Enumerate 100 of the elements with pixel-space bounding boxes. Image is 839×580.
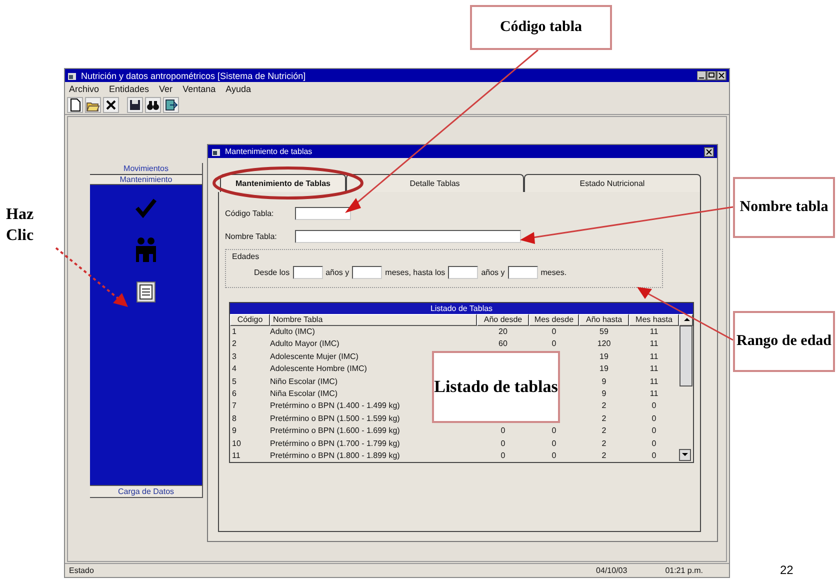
table-cell-text: 2 [600,425,608,438]
status-date: 04/10/03 [596,566,628,575]
column-header[interactable]: Mes hasta [629,314,679,326]
field-label: Nombre Tabla: [225,232,278,241]
table-cell-text: Pretérmino o BPN (1.600 - 1.699 kg) [270,425,400,438]
table-cell-text: 9 [231,425,238,438]
table-cell-text: Adolescente Mujer (IMC) [270,350,358,363]
menu-item[interactable]: Entidades [109,84,150,94]
table-cell-text: 6 [231,388,238,400]
table-cell-text: 19 [598,363,610,376]
close-icon[interactable] [704,146,714,156]
table-cell-text: 59 [598,326,610,338]
status-time: 01:21 p.m. [665,566,703,575]
sidebar-section[interactable]: Mantenimiento [90,175,202,185]
table-cell-text: 11 [648,350,660,363]
table-cell-text: 11 [648,338,660,350]
column-header[interactable]: Año desde [477,314,529,326]
checkmark-icon[interactable] [135,197,157,219]
age-label: años y [481,268,505,277]
table-cell-text: 11 [648,326,660,338]
callout-box: Nombre tabla [733,177,835,238]
table-cell-text: 20 [498,326,508,338]
table-cell-text: Adolescente Hombre (IMC) [270,363,367,376]
table-cell-text: Adulto Mayor (IMC) [270,338,340,350]
table-cell-text: 0 [550,326,558,338]
table-cell-text: 0 [550,438,558,450]
table-cell-text: 0 [550,338,558,350]
table-cell-text: 1 [231,326,238,338]
input-field[interactable] [295,207,351,220]
table-cell-text: 2 [600,400,608,412]
column-header[interactable]: Nombre Tabla [270,314,477,326]
column-header[interactable]: Año hasta [579,314,629,326]
input-field[interactable] [292,266,323,279]
table-cell-text: 0 [650,425,658,438]
menu-item[interactable]: Ver [159,84,173,94]
dialog-title: Mantenimiento de tablas [225,147,314,156]
age-label: meses, hasta los [385,268,446,277]
table-title: Listado de Tablas [230,303,693,314]
scrollbar-thumb[interactable] [679,326,693,387]
field-label: Código Tabla: [225,209,275,218]
table-cell-text: 11 [648,388,660,400]
table-cell-text: 7 [231,400,238,412]
table-cell-text: 60 [498,338,508,350]
table-cell-text: 0 [500,438,506,450]
table-cell-text: 11 [648,363,660,376]
table-cell-text: 9 [600,376,608,388]
callout-box: Listado de tablas [432,351,560,423]
new-document-icon[interactable] [67,97,83,113]
table-cell-text: 5 [231,376,238,388]
column-header[interactable]: Mes desde [529,314,579,326]
table-cell-text: Pretérmino o BPN (1.500 - 1.599 kg) [270,412,400,425]
table-cell-text: 10 [231,438,242,450]
delete-icon[interactable] [103,97,119,113]
tab[interactable]: Detalle Tablas [346,174,524,192]
exit-icon[interactable] [163,97,179,113]
table-cell-text: 0 [500,425,506,438]
table-cell-text: 3 [231,350,238,363]
table-cell-text: 8 [231,412,238,425]
menu-item[interactable]: Ventana [182,84,216,94]
page-number: 22 [780,563,794,577]
group-title: Edades [232,252,260,261]
window-title: Nutrición y datos antropométricos [Sistema de Nutrición] [81,70,307,80]
table-cell-text: Pretérmino o BPN (1.400 - 1.499 kg) [270,400,400,412]
binoculars-icon[interactable] [145,97,161,113]
sidebar-section[interactable]: Carga de Datos [90,485,202,497]
dialog-icon [211,146,221,156]
input-field[interactable] [352,266,382,279]
table-cell-text: 0 [550,450,558,462]
table-cell-text: 2 [600,412,608,425]
callout-box: Código tabla [470,5,612,50]
document-icon[interactable] [136,281,156,303]
table-cell-text: Niño Escolar (IMC) [270,376,338,388]
menu-item[interactable]: Ayuda [226,84,251,94]
table-cell-text: 19 [598,350,610,363]
table-cell-text: Pretérmino o BPN (1.700 - 1.799 kg) [270,438,400,450]
input-field[interactable] [295,230,521,243]
table-cell-text: 0 [650,450,658,462]
table-cell-text: 0 [550,425,558,438]
callout-box: Rango de edad [733,311,835,372]
age-label: meses. [540,268,567,277]
age-label: Desde los [254,268,290,277]
input-field[interactable] [448,266,478,279]
table-cell-text: 9 [600,388,608,400]
menu-item[interactable]: Archivo [69,84,100,94]
tab[interactable]: Mantenimiento de Tablas [220,174,346,192]
table-cell-text: 0 [650,438,658,450]
table-cell-text: 11 [648,376,660,388]
save-disk-icon[interactable] [127,97,143,113]
column-header[interactable]: Código [230,314,270,326]
tab[interactable]: Estado Nutricional [524,174,701,192]
table-cell: Niña Escolar (IMC) [270,388,338,400]
table-cell-text: 2 [600,438,608,450]
table-cell-text: 11 [231,450,242,462]
table-cell-text: 0 [650,412,658,425]
table-cell-text: 0 [650,400,658,412]
input-field[interactable] [508,266,538,279]
open-folder-icon[interactable] [85,97,101,113]
scroll-down-button[interactable] [679,449,691,462]
table-cell-text: 120 [596,338,612,350]
app-icon [67,70,77,80]
